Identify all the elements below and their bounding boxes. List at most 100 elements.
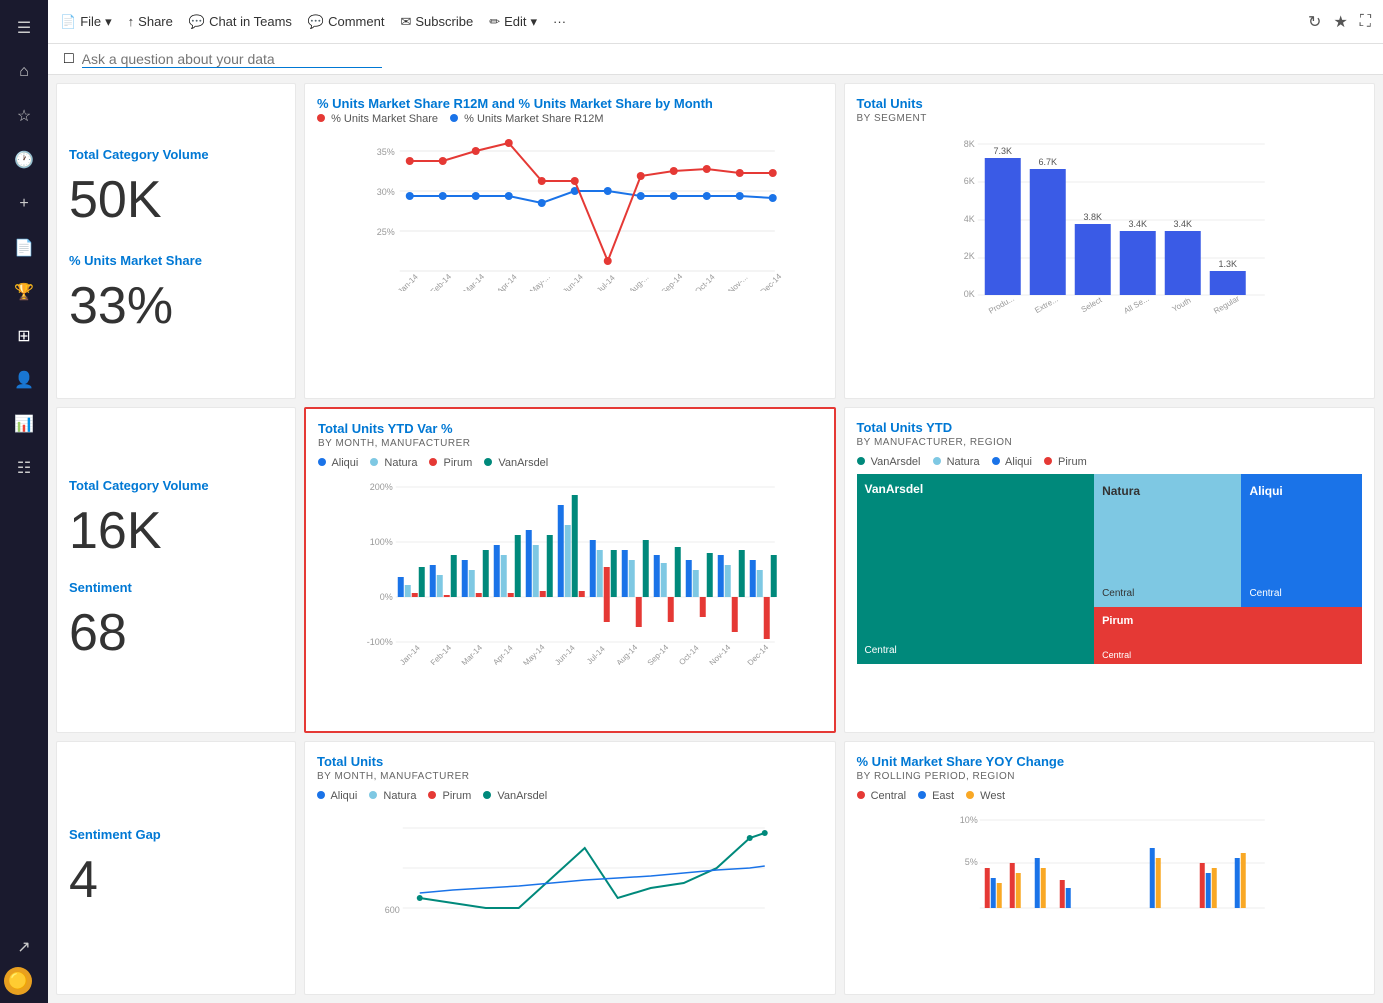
file-label[interactable]: File <box>80 14 101 29</box>
legend-b-aliqui: Aliqui <box>317 790 357 802</box>
legend-vanarsdel: VanArsdel <box>484 457 548 469</box>
legend-dot-r12m <box>450 114 458 122</box>
comment-label[interactable]: Comment <box>328 14 384 29</box>
dot-b-natura <box>369 791 377 799</box>
file-menu[interactable]: 📄 File ▾ <box>60 14 112 30</box>
sidebar-item-goals[interactable]: 🏆 <box>4 272 44 312</box>
chat-label[interactable]: Chat in Teams <box>209 14 292 29</box>
card-value-ums: 33% <box>69 278 283 335</box>
dot-aliqui <box>318 458 326 466</box>
sidebar-item-favorites[interactable]: ☆ <box>4 96 44 136</box>
legend-dot-ums <box>317 114 325 122</box>
card-treemap: Total Units YTD BY MANUFACTURER, REGION … <box>844 407 1376 733</box>
treemap-legend-pirum: Pirum <box>1044 456 1087 468</box>
comment-menu[interactable]: 💬 Comment <box>308 14 385 30</box>
fullscreen-icon[interactable]: ⛶ <box>1360 13 1371 31</box>
share-label[interactable]: Share <box>138 14 173 29</box>
sidebar-item-expand[interactable]: ↗ <box>4 927 44 967</box>
treemap-dot-pirum <box>1044 457 1052 465</box>
svg-text:Youth: Youth <box>1170 296 1192 314</box>
legend-item-ums: % Units Market Share <box>317 113 438 125</box>
treemap-cell-aliqui: Aliqui Central <box>1241 474 1362 607</box>
treemap-label-vanarsdel: VanArsdel <box>871 456 921 468</box>
svg-text:5%: 5% <box>964 857 977 867</box>
svg-text:Dec-14: Dec-14 <box>746 643 771 665</box>
card-title-sentiment: Sentiment <box>69 580 283 595</box>
qa-bar: □ <box>48 44 1383 75</box>
subscribe-menu[interactable]: ✉ Subscribe <box>400 14 473 30</box>
label-natura: Natura <box>384 457 417 469</box>
qa-icon: □ <box>64 50 74 68</box>
svg-text:25%: 25% <box>377 227 395 237</box>
comment-icon: 💬 <box>308 14 324 30</box>
edit-label[interactable]: Edit <box>504 14 526 29</box>
file-icon: 📄 <box>60 14 76 30</box>
sidebar-item-dashboards[interactable]: ⊞ <box>4 316 44 356</box>
svg-text:Mar-14: Mar-14 <box>462 272 487 291</box>
svg-text:Feb-14: Feb-14 <box>429 272 454 291</box>
sidebar-item-apps[interactable]: 📄 <box>4 228 44 268</box>
more-menu[interactable]: ··· <box>553 14 566 29</box>
edit-menu[interactable]: ✏ Edit ▾ <box>489 14 537 30</box>
bottom-line-legend: Aliqui Natura Pirum VanArsdel <box>317 790 823 802</box>
qa-input[interactable] <box>82 51 382 68</box>
card-bottom-line-chart: Total Units BY MONTH, MANUFACTURER Aliqu… <box>304 741 836 995</box>
svg-text:100%: 100% <box>370 537 393 547</box>
dot-b-vanarsdel <box>483 791 491 799</box>
treemap-dot-vanarsdel <box>857 457 865 465</box>
refresh-icon[interactable]: ↻ <box>1308 12 1321 32</box>
chat-menu[interactable]: 💬 Chat in Teams <box>189 14 292 30</box>
svg-text:Apr-14: Apr-14 <box>495 272 519 291</box>
subscribe-label[interactable]: Subscribe <box>415 14 473 29</box>
treemap-cell-label-natura: Natura <box>1102 484 1140 498</box>
bottom-line-title: Total Units <box>317 754 823 769</box>
chat-icon: 💬 <box>189 14 205 30</box>
grouped-bar-subtitle: BY MONTH, MANUFACTURER <box>318 438 822 449</box>
svg-text:35%: 35% <box>377 147 395 157</box>
bottom-line-svg: 600 <box>317 808 823 928</box>
share-icon: ↑ <box>128 14 135 29</box>
star-icon[interactable]: ★ <box>1333 12 1347 32</box>
sidebar-menu-icon[interactable]: ☰ <box>4 8 44 48</box>
sidebar-item-list[interactable]: ☷ <box>4 448 44 488</box>
sidebar-item-people[interactable]: 👤 <box>4 360 44 400</box>
sidebar-item-recent[interactable]: 🕐 <box>4 140 44 180</box>
svg-text:Jul-14: Jul-14 <box>585 644 607 665</box>
sidebar-item-home[interactable]: ⌂ <box>4 52 44 92</box>
treemap-cell-sub-aliqui: Central <box>1249 588 1281 599</box>
treemap-title: Total Units YTD <box>857 420 1363 435</box>
svg-text:Nov-...: Nov-... <box>726 273 749 291</box>
dot-b-aliqui <box>317 791 325 799</box>
bar-chart-segment-subtitle: BY SEGMENT <box>857 113 1363 124</box>
label-b-aliqui: Aliqui <box>330 790 357 802</box>
subscribe-icon: ✉ <box>400 14 411 30</box>
file-chevron: ▾ <box>105 14 112 30</box>
svg-text:Sep-14: Sep-14 <box>646 643 671 665</box>
svg-text:1.3K: 1.3K <box>1218 259 1237 269</box>
sidebar-item-create[interactable]: + <box>4 184 44 224</box>
svg-text:0%: 0% <box>380 592 393 602</box>
more-icon[interactable]: ··· <box>553 14 566 29</box>
svg-text:3.8K: 3.8K <box>1083 212 1102 222</box>
treemap-right: Natura Central Aliqui Central Pirum Cent… <box>1094 474 1362 664</box>
card-title-ums: % Units Market Share <box>69 253 283 268</box>
line-chart-title: % Units Market Share R12M and % Units Ma… <box>317 96 823 111</box>
treemap-legend-vanarsdel: VanArsdel <box>857 456 921 468</box>
svg-text:Aug-...: Aug-... <box>627 273 650 291</box>
svg-text:8K: 8K <box>963 139 974 149</box>
sidebar-item-coin[interactable]: 🟡 <box>4 967 32 995</box>
bottom-bar-legend: Central East West <box>857 790 1363 802</box>
card-kpi-2: Total Category Volume 16K Sentiment 68 <box>56 407 296 733</box>
sidebar-item-reports[interactable]: 📊 <box>4 404 44 444</box>
treemap-cell-sub-pirum: Central <box>1102 650 1131 660</box>
dot-b-pirum <box>428 791 436 799</box>
svg-text:Extre...: Extre... <box>1033 295 1059 315</box>
edit-chevron: ▾ <box>531 14 538 30</box>
treemap-cell-label-vanarsdel: VanArsdel <box>865 482 1087 496</box>
share-menu[interactable]: ↑ Share <box>128 14 173 29</box>
treemap-label-pirum: Pirum <box>1058 456 1087 468</box>
svg-text:Produ...: Produ... <box>987 294 1016 316</box>
legend-pirum: Pirum <box>429 457 472 469</box>
svg-text:Select: Select <box>1079 295 1103 314</box>
treemap-dot-aliqui <box>992 457 1000 465</box>
